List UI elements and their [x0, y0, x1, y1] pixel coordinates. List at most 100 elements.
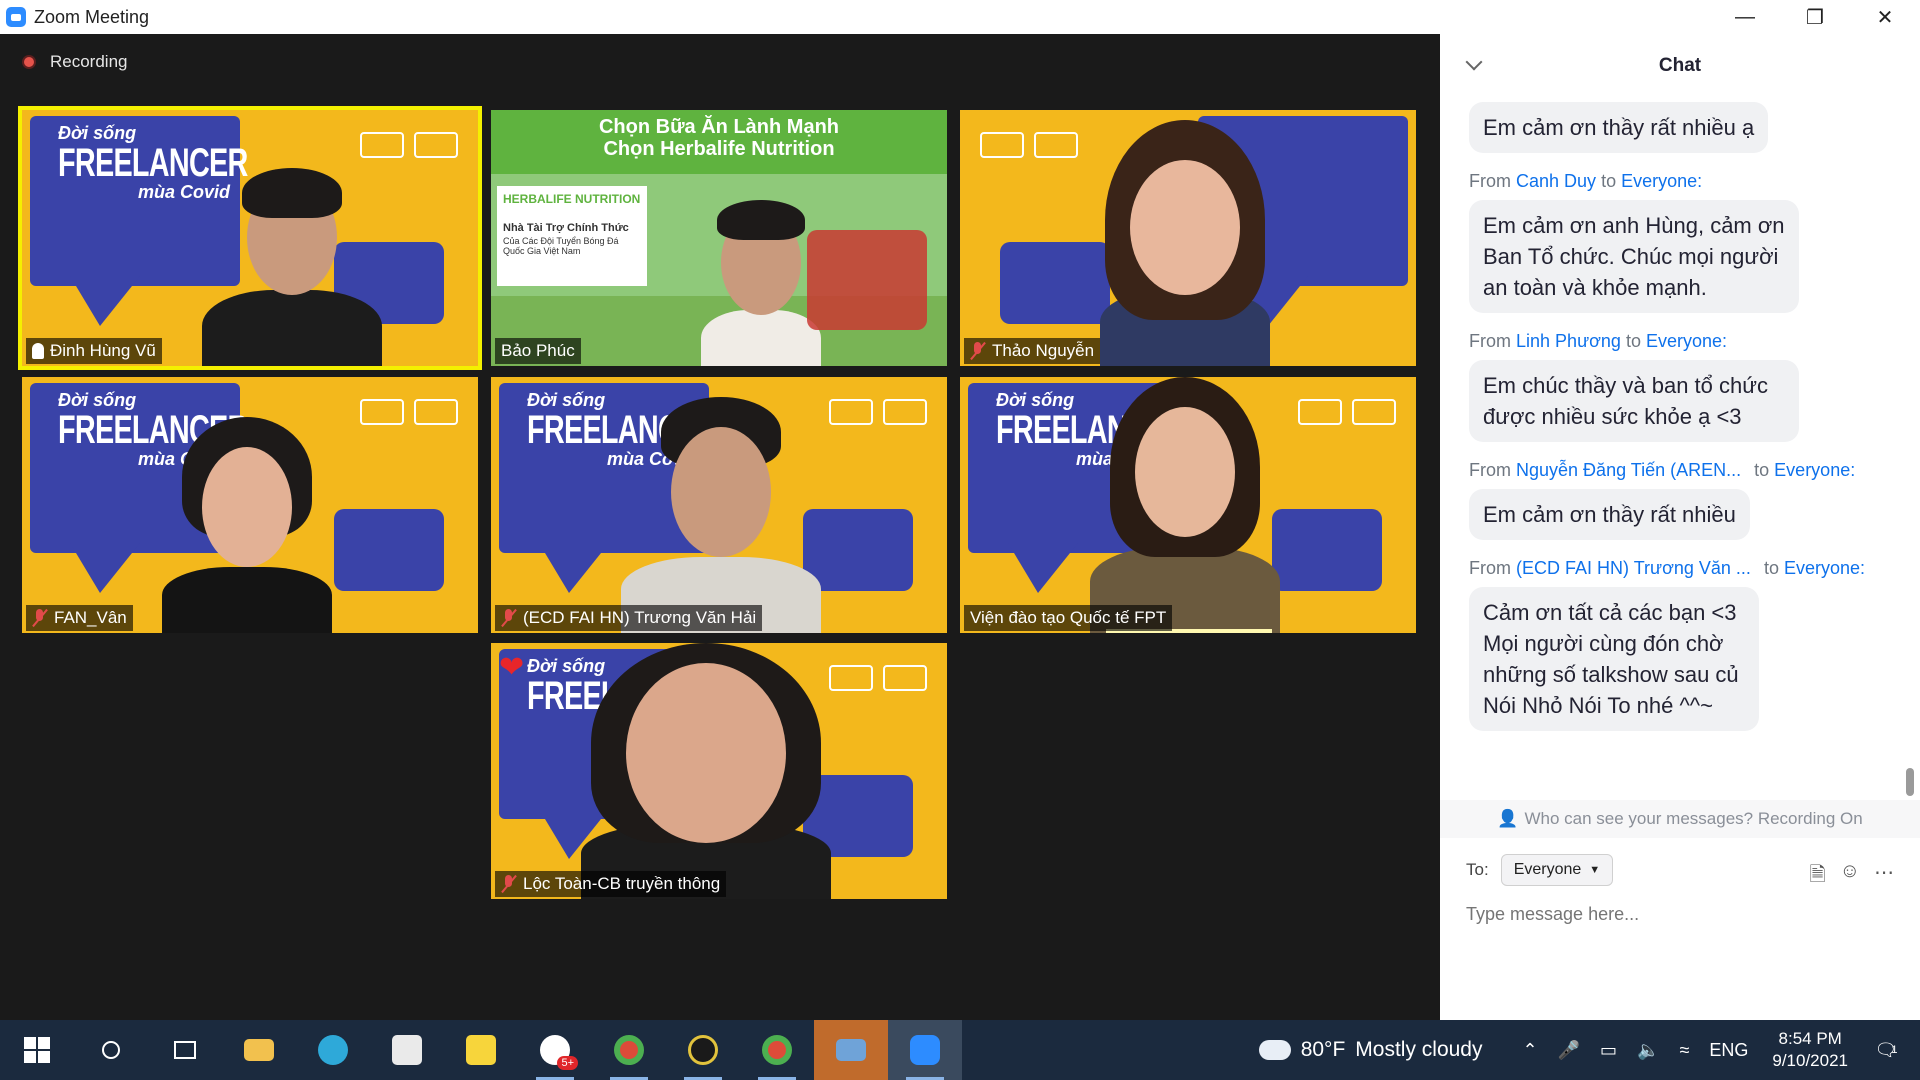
chat-scrollbar[interactable]	[1906, 768, 1914, 796]
sticky-notes-button[interactable]	[444, 1020, 518, 1080]
video-tile[interactable]: Đời sống FREELANCER mùa Covid (ECD FAI H…	[491, 377, 947, 633]
search-icon	[102, 1041, 120, 1059]
recording-indicator[interactable]: Recording	[22, 52, 128, 72]
clock[interactable]: 8:54 PM 9/10/2021	[1772, 1028, 1848, 1072]
participant-video	[162, 417, 332, 633]
photos-icon	[836, 1039, 866, 1061]
sponsor-logos	[360, 132, 458, 158]
windows-taskbar: 5+ 80°F Mostly cloudy ⌃ 🎤 ▭ 🔈 ≈ ENG 8:54…	[0, 1020, 1920, 1080]
sponsor-logos	[829, 665, 927, 691]
mic-muted-icon	[32, 609, 48, 627]
sticky-notes-icon	[466, 1035, 496, 1065]
emoji-icon[interactable]: ☺	[1840, 860, 1860, 894]
chevron-down-icon[interactable]	[1465, 53, 1483, 71]
participant-nameplate: Đinh Hùng Vũ	[26, 338, 162, 364]
participant-nameplate: FAN_Vân	[26, 605, 133, 631]
notification-count: 1	[1891, 1044, 1898, 1056]
recipient-name[interactable]: Everyone:	[1621, 171, 1702, 191]
chat-message: From Nguyễn Đăng Tiến (AREN... to Everyo…	[1440, 460, 1920, 540]
participant-nameplate: Bảo Phúc	[495, 338, 581, 364]
restore-button[interactable]: ❐	[1780, 0, 1850, 34]
store-icon	[392, 1035, 422, 1065]
mic-muted-icon	[970, 342, 986, 360]
file-icon[interactable]: 🗎	[1809, 860, 1825, 894]
app-circle-icon	[688, 1035, 718, 1065]
chrome-profile-button[interactable]	[740, 1020, 814, 1080]
close-button[interactable]: ✕	[1850, 0, 1920, 34]
meeting-gallery: Recording Đời sống FREELANCER mùa Covid …	[0, 34, 1440, 1020]
video-tile[interactable]: Thảo Nguyễn	[960, 110, 1416, 366]
window-titlebar: Zoom Meeting — ❐ ✕	[0, 0, 1920, 34]
app-button[interactable]	[666, 1020, 740, 1080]
participant-video	[192, 160, 392, 366]
battery-icon[interactable]: ▭	[1600, 1040, 1617, 1061]
heart-reaction-icon: ❤	[499, 651, 525, 684]
message-sender-line: From Linh Phương to Everyone:	[1469, 331, 1728, 351]
recipient-dropdown[interactable]: Everyone ▼	[1500, 854, 1614, 886]
participant-video	[1100, 120, 1270, 366]
chat-messages[interactable]: Em cảm ơn thầy rất nhiều ạ From Canh Duy…	[1440, 98, 1920, 798]
video-tile[interactable]: Chọn Bữa Ăn Lành Mạnh Chọn Herbalife Nut…	[491, 110, 947, 366]
participant-nameplate: Lộc Toàn-CB truyền thông	[495, 871, 727, 897]
store-button[interactable]	[370, 1020, 444, 1080]
video-tile[interactable]: Đời sống FREELANCER mùa Covid FAN_Vân	[22, 377, 478, 633]
more-icon[interactable]: ⋯	[1874, 860, 1894, 894]
participant-nameplate: (ECD FAI HN) Trương Văn Hải	[495, 605, 763, 631]
sender-name[interactable]: Nguyễn Đăng Tiến (AREN...	[1516, 460, 1741, 480]
notification-badge: 5+	[557, 1056, 578, 1070]
sponsor-logos	[980, 132, 1078, 158]
chat-panel: Chat Em cảm ơn thầy rất nhiều ạ From Can…	[1440, 34, 1920, 1020]
privacy-notice[interactable]: 👤 Who can see your messages? Recording O…	[1440, 800, 1920, 838]
message-input[interactable]	[1466, 904, 1886, 925]
zoom-taskbar-button[interactable]	[888, 1020, 962, 1080]
sender-name[interactable]: Canh Duy	[1516, 171, 1596, 191]
window-controls: — ❐ ✕	[1710, 0, 1920, 34]
sender-name[interactable]: (ECD FAI HN) Trương Văn ...	[1516, 558, 1751, 578]
windows-icon	[24, 1037, 50, 1063]
cloudy-icon	[1254, 1032, 1291, 1060]
message-bubble: Em cảm ơn anh Hùng, cảm ơn Ban Tổ chức. …	[1469, 200, 1799, 313]
volume-icon[interactable]: 🔈	[1637, 1040, 1659, 1061]
task-view-button[interactable]	[148, 1020, 222, 1080]
sponsor-logos	[1298, 399, 1396, 425]
zalo-button[interactable]: 5+	[518, 1020, 592, 1080]
edge-button[interactable]	[296, 1020, 370, 1080]
sender-name[interactable]: Linh Phương	[1516, 331, 1621, 351]
sponsor-logos	[360, 399, 458, 425]
chrome-button[interactable]	[592, 1020, 666, 1080]
weather-widget[interactable]: 80°F Mostly cloudy	[1254, 1032, 1483, 1062]
photos-button[interactable]	[814, 1020, 888, 1080]
message-bubble: Em cảm ơn thầy rất nhiều	[1469, 489, 1750, 540]
chat-message: From (ECD FAI HN) Trương Văn ... to Ever…	[1440, 558, 1920, 731]
chrome-icon	[614, 1035, 644, 1065]
zoom-app-icon	[6, 7, 26, 27]
chevron-up-icon[interactable]: ⌃	[1523, 1040, 1538, 1061]
recipient-name[interactable]: Everyone:	[1646, 331, 1727, 351]
wifi-icon[interactable]: ≈	[1679, 1040, 1689, 1061]
search-button[interactable]	[74, 1020, 148, 1080]
recording-label: Recording	[50, 52, 128, 71]
folder-icon	[244, 1039, 274, 1061]
microphone-icon[interactable]: 🎤	[1558, 1040, 1580, 1061]
participant-nameplate: Viện đào tạo Quốc tế FPT	[964, 605, 1173, 631]
video-tile[interactable]: Đời sống FREELANCER mùa Covid Viện đào t…	[960, 377, 1416, 633]
zoom-icon	[910, 1035, 940, 1065]
notification-center-button[interactable]: 🗨 1	[1866, 1035, 1906, 1065]
chat-title: Chat	[1658, 55, 1702, 76]
participant-video	[621, 397, 821, 633]
participant-video	[581, 643, 831, 899]
file-explorer-button[interactable]	[222, 1020, 296, 1080]
language-indicator[interactable]: ENG	[1709, 1040, 1748, 1061]
recording-icon	[22, 55, 36, 69]
recipient-row: To: Everyone ▼	[1466, 854, 1614, 886]
video-tile[interactable]: Đời sống FREELANCER ❤ Lộc Toàn-CB truyền…	[491, 643, 947, 899]
video-tile[interactable]: Đời sống FREELANCER mùa Covid Đinh Hùng …	[18, 106, 482, 370]
to-label: To:	[1466, 860, 1489, 879]
minimize-button[interactable]: —	[1710, 0, 1780, 34]
participant-nameplate: Thảo Nguyễn	[964, 338, 1101, 364]
start-button[interactable]	[0, 1020, 74, 1080]
system-tray: 80°F Mostly cloudy ⌃ 🎤 ▭ 🔈 ≈ ENG 8:54 PM…	[1254, 1020, 1920, 1080]
recipient-name[interactable]: Everyone:	[1774, 460, 1855, 480]
recipient-name[interactable]: Everyone:	[1784, 558, 1865, 578]
window-title: Zoom Meeting	[34, 6, 150, 27]
